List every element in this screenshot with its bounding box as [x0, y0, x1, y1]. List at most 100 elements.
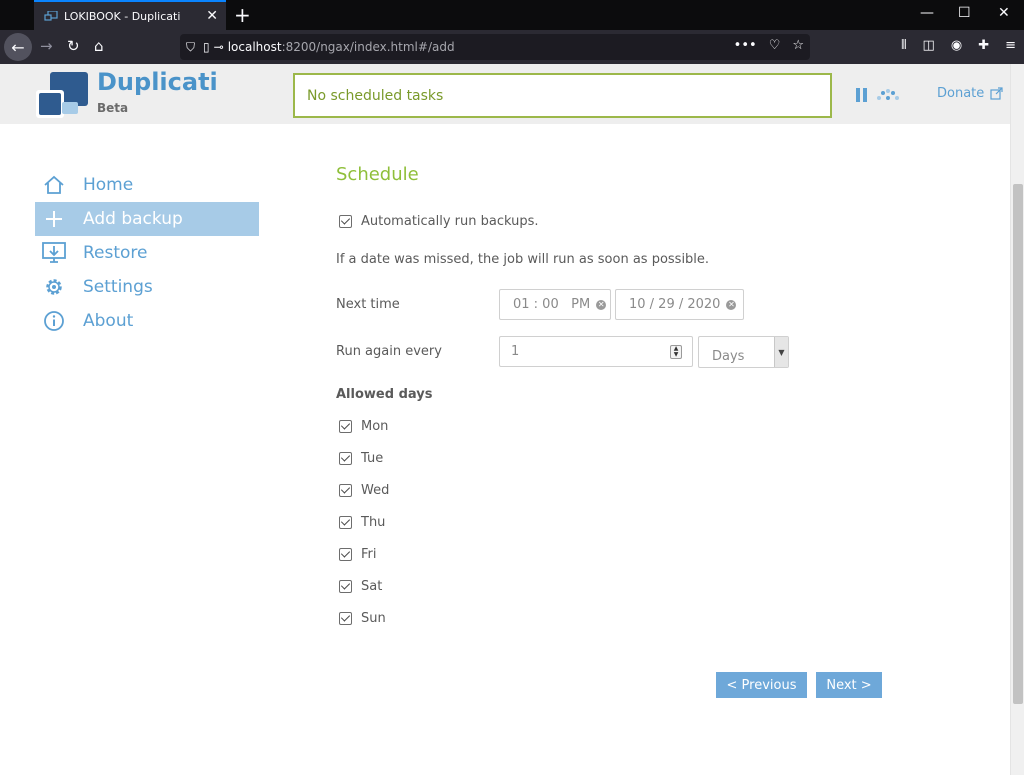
minimize-icon[interactable]: — [920, 5, 934, 21]
missed-date-note: If a date was missed, the job will run a… [336, 252, 710, 267]
run-again-row: Run again every 1 ▲ ▼ Days ▼ [336, 336, 896, 368]
duplicati-logo [36, 72, 88, 118]
page-scrollbar[interactable] [1010, 64, 1024, 775]
next-button[interactable]: Next > [816, 672, 882, 698]
throttle-icon[interactable] [876, 88, 900, 102]
page: Duplicati Beta No scheduled tasks Donate [0, 64, 1024, 775]
key-icon[interactable]: ⊸ [214, 40, 224, 54]
account-icon[interactable]: ◉ [951, 38, 962, 53]
url-host: localhost [227, 40, 282, 54]
url-actions: ••• ♡ ☆ [734, 38, 804, 53]
day-checkbox-sat[interactable] [339, 579, 352, 593]
day-checkbox-mon[interactable] [339, 419, 352, 433]
run-again-unit: Days [712, 349, 745, 364]
duplicati-tab-icon [44, 11, 58, 21]
day-checkbox-wed[interactable] [339, 483, 352, 497]
pocket-icon[interactable]: ♡ [769, 38, 781, 53]
section-title: Schedule [336, 164, 419, 185]
sidebar-item-home[interactable]: Home [35, 168, 259, 202]
run-again-input[interactable]: 1 ▲ ▼ [499, 336, 693, 367]
auto-run-label: Automatically run backups. [361, 213, 539, 229]
new-tab-icon[interactable]: + [234, 3, 251, 27]
shield-icon[interactable]: ⛉ [186, 40, 195, 55]
clear-date-icon[interactable]: ✕ [726, 299, 737, 310]
date-input[interactable]: 10 / 29 / 2020 ✕ [615, 289, 744, 320]
sidebar-item-restore[interactable]: Restore [35, 236, 259, 270]
time-input[interactable]: 01 : 00 PM ✕ [499, 289, 611, 320]
pause-icon[interactable] [856, 88, 868, 102]
day-row-thu: Thu [336, 512, 896, 532]
time-value: 01 : 00 PM [513, 297, 591, 312]
day-label: Thu [361, 514, 386, 530]
number-spinner-icon[interactable]: ▲ ▼ [670, 345, 682, 359]
sidebar-item-label: Restore [83, 243, 148, 263]
clear-time-icon[interactable]: ✕ [596, 299, 607, 310]
scroll-thumb[interactable] [1013, 184, 1023, 704]
home-browser-icon[interactable]: ⌂ [94, 37, 104, 55]
date-value: 10 / 29 / 2020 [629, 297, 721, 312]
previous-button[interactable]: < Previous [716, 672, 807, 698]
sidebar: Home Add backup Restore Settings About [35, 168, 259, 338]
day-label: Fri [361, 546, 377, 562]
day-row-mon: Mon [336, 416, 896, 436]
extensions-icon[interactable]: ✚ [978, 38, 989, 53]
library-icon[interactable]: ⫴ [901, 38, 906, 53]
sidebar-item-add-backup[interactable]: Add backup [35, 202, 259, 236]
menu-icon[interactable]: ≡ [1005, 38, 1016, 53]
brand-name: Duplicati [97, 68, 218, 96]
day-label: Tue [361, 450, 384, 466]
sidebar-item-label: Settings [83, 277, 153, 297]
sidebar-item-settings[interactable]: Settings [35, 270, 259, 304]
run-again-value: 1 [511, 344, 520, 359]
day-checkbox-sun[interactable] [339, 611, 352, 625]
app-header: Duplicati Beta No scheduled tasks Donate [0, 64, 1010, 124]
gear-icon [41, 276, 67, 298]
auto-run-row: Automatically run backups. [336, 211, 896, 231]
sidebar-item-label: Home [83, 175, 134, 195]
sidebar-item-label: Add backup [83, 209, 183, 229]
chevron-down-icon[interactable]: ▼ [774, 337, 788, 367]
more-icon[interactable]: ••• [734, 38, 757, 53]
day-row-sun: Sun [336, 608, 896, 628]
home-icon [41, 174, 67, 196]
browser-tab-title: LOKIBOOK - Duplicati [64, 9, 181, 23]
run-again-unit-select[interactable]: Days ▼ [698, 336, 789, 368]
browser-tab-bar: LOKIBOOK - Duplicati ✕ + — ☐ ✕ [0, 0, 1024, 30]
browser-toolbar: ⫴ ◫ ◉ ✚ ≡ [901, 38, 1016, 53]
day-checkbox-fri[interactable] [339, 547, 352, 561]
browser-tab[interactable]: LOKIBOOK - Duplicati ✕ [34, 0, 226, 30]
day-row-fri: Fri [336, 544, 896, 564]
maximize-icon[interactable]: ☐ [958, 5, 971, 21]
next-time-label: Next time [336, 297, 400, 312]
restore-icon [41, 242, 67, 264]
sidebar-item-label: About [83, 311, 134, 331]
run-again-label: Run again every [336, 344, 442, 359]
day-row-tue: Tue [336, 448, 896, 468]
auto-run-checkbox[interactable] [339, 214, 352, 228]
allowed-days-label: Allowed days [336, 387, 433, 402]
status-text: No scheduled tasks [307, 87, 444, 104]
browser-nav-bar: ← → ↻ ⌂ ⛉ ▯ ⊸ localhost:8200/ngax/index.… [0, 30, 1024, 64]
external-link-icon [990, 87, 1003, 100]
bookmark-star-icon[interactable]: ☆ [792, 38, 804, 53]
forward-icon[interactable]: → [40, 37, 53, 55]
window-close-icon[interactable]: ✕ [998, 5, 1010, 21]
back-icon[interactable]: ← [4, 33, 32, 61]
donate-link[interactable]: Donate [937, 86, 1003, 101]
url-bar[interactable]: ⛉ ▯ ⊸ localhost:8200/ngax/index.html#/ad… [180, 34, 810, 60]
schedule-section: Schedule Automatically run backups. If a… [336, 164, 896, 628]
sidebar-toggle-icon[interactable]: ◫ [923, 38, 935, 53]
close-tab-icon[interactable]: ✕ [206, 8, 218, 24]
donate-label: Donate [937, 86, 985, 101]
brand-subtitle: Beta [97, 101, 129, 115]
sidebar-item-about[interactable]: About [35, 304, 259, 338]
day-checkbox-tue[interactable] [339, 451, 352, 465]
day-checkbox-thu[interactable] [339, 515, 352, 529]
info-icon [41, 310, 67, 332]
day-label: Sun [361, 610, 386, 626]
day-row-sat: Sat [336, 576, 896, 596]
url-path: :8200/ngax/index.html#/add [281, 40, 455, 54]
reload-icon[interactable]: ↻ [67, 37, 80, 55]
day-label: Sat [361, 578, 383, 594]
plus-icon [41, 208, 67, 230]
